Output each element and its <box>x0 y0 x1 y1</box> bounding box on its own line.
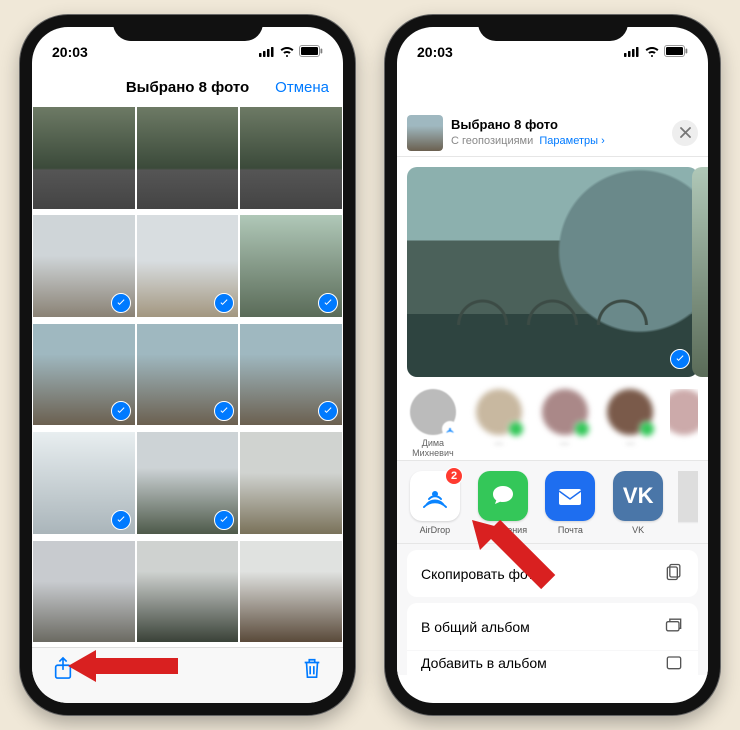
screen-photo-select: 20:03 Выбрано 8 фото Отмена <box>32 27 343 703</box>
airdrop-badge-icon <box>442 421 458 437</box>
share-sheet-header: Выбрано 8 фото С геопозициями Параметры … <box>397 103 708 157</box>
wifi-icon <box>644 44 660 60</box>
photo-cell[interactable] <box>33 215 135 317</box>
photo-cell[interactable] <box>240 107 342 209</box>
share-title: Выбрано 8 фото <box>451 117 664 134</box>
share-contact[interactable]: — <box>604 389 656 458</box>
share-contact[interactable]: — <box>473 389 525 458</box>
selected-check-icon <box>214 401 234 421</box>
phone-right: 20:03 Выбрано 8 фото С геопозициями <box>385 15 720 715</box>
album-icon <box>664 652 684 675</box>
share-preview-next[interactable] <box>692 167 708 377</box>
photo-cell[interactable] <box>240 215 342 317</box>
selected-check-icon <box>111 293 131 313</box>
app-vk[interactable]: VK VK <box>610 471 666 535</box>
close-button[interactable] <box>672 120 698 146</box>
nav-header: Выбрано 8 фото Отмена <box>32 67 343 107</box>
selected-check-icon <box>111 510 131 530</box>
photo-cell[interactable] <box>137 541 239 643</box>
copy-icon <box>664 562 684 585</box>
annotation-arrow-icon <box>68 648 178 689</box>
share-contact[interactable]: — <box>539 389 591 458</box>
share-thumbnail <box>407 115 443 151</box>
status-time: 20:03 <box>417 44 453 60</box>
notch <box>113 15 263 41</box>
photo-cell[interactable] <box>137 432 239 534</box>
vk-icon: VK <box>613 471 663 521</box>
share-subtitle: С геопозициями Параметры › <box>451 134 664 148</box>
battery-icon <box>299 44 323 60</box>
share-preview-photo[interactable] <box>407 167 698 377</box>
share-contacts-row[interactable]: Дима Михневич — — — <box>397 383 708 461</box>
phone-left: 20:03 Выбрано 8 фото Отмена <box>20 15 355 715</box>
notch <box>478 15 628 41</box>
photo-cell[interactable] <box>240 432 342 534</box>
photo-grid[interactable] <box>32 107 343 647</box>
messages-icon <box>478 471 528 521</box>
selected-check-icon <box>670 349 690 369</box>
battery-icon <box>664 44 688 60</box>
status-indicators <box>259 44 323 60</box>
photo-cell[interactable] <box>137 107 239 209</box>
action-shared-album[interactable]: В общий альбом <box>407 603 698 650</box>
share-contact[interactable] <box>670 389 698 458</box>
mail-icon <box>545 471 595 521</box>
status-indicators <box>624 44 688 60</box>
trash-button[interactable] <box>301 656 323 685</box>
photo-cell[interactable] <box>137 215 239 317</box>
selected-check-icon <box>318 401 338 421</box>
share-contact[interactable]: Дима Михневич <box>407 389 459 458</box>
photo-cell[interactable] <box>240 324 342 426</box>
app-label: VK <box>632 525 644 535</box>
selected-check-icon <box>111 401 131 421</box>
app-airdrop[interactable]: 2 AirDrop <box>407 471 463 535</box>
share-title-block: Выбрано 8 фото С геопозициями Параметры … <box>451 117 664 148</box>
status-time: 20:03 <box>52 44 88 60</box>
photo-cell[interactable] <box>33 432 135 534</box>
contact-name: Дима Михневич <box>407 438 459 458</box>
signal-icon <box>624 44 640 60</box>
chevron-right-icon: › <box>601 135 605 147</box>
messages-badge-icon <box>639 421 655 437</box>
app-label: AirDrop <box>420 525 451 535</box>
screen-share-sheet: 20:03 Выбрано 8 фото С геопозициями <box>397 27 708 703</box>
annotation-arrow-icon <box>472 520 562 601</box>
share-options-link[interactable]: Параметры <box>539 135 598 147</box>
messages-badge-icon <box>508 421 524 437</box>
selected-check-icon <box>318 293 338 313</box>
page-title: Выбрано 8 фото <box>126 79 249 96</box>
signal-icon <box>259 44 275 60</box>
messages-badge-icon <box>574 421 590 437</box>
photo-cell[interactable] <box>137 324 239 426</box>
shared-album-icon <box>664 615 684 638</box>
action-add-album[interactable]: Добавить в альбом <box>407 651 698 675</box>
cancel-button[interactable]: Отмена <box>275 79 329 96</box>
selected-check-icon <box>214 293 234 313</box>
app-icon <box>678 471 698 521</box>
notification-badge: 2 <box>445 467 463 485</box>
photo-cell[interactable] <box>33 541 135 643</box>
photo-cell[interactable] <box>33 324 135 426</box>
photo-cell[interactable] <box>33 107 135 209</box>
share-preview-area[interactable] <box>397 157 708 383</box>
wifi-icon <box>279 44 295 60</box>
app-more[interactable] <box>678 471 698 535</box>
selected-check-icon <box>214 510 234 530</box>
photo-cell[interactable] <box>240 541 342 643</box>
